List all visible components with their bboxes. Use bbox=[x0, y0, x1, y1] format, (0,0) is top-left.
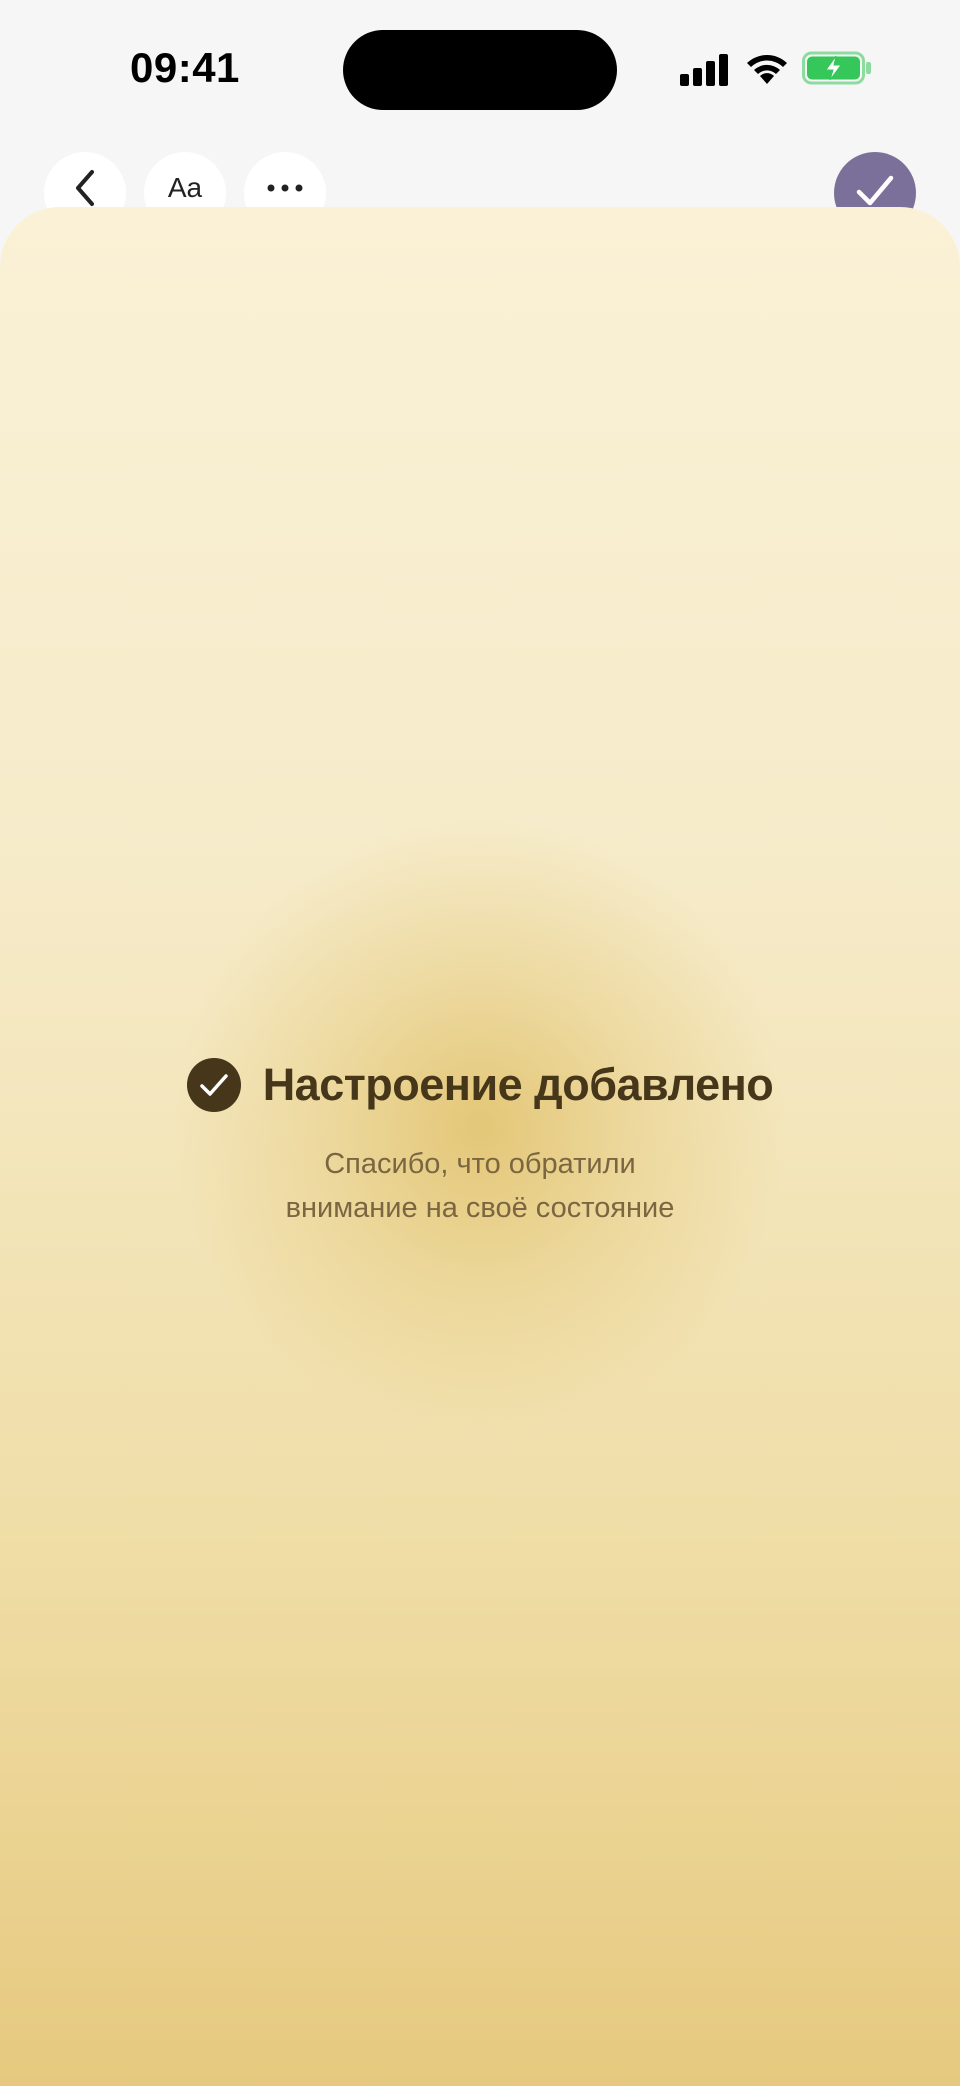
success-subtitle: Спасибо, что обратили внимание на своё с… bbox=[0, 1142, 960, 1230]
font-style-label: Aa bbox=[167, 172, 203, 203]
wifi-icon bbox=[747, 55, 787, 84]
success-subtitle-line-2: внимание на своё состояние bbox=[285, 1192, 675, 1224]
checkmark-icon bbox=[856, 175, 894, 206]
screen: 09:41 Aa Настроение добавлено Спасибо, ч… bbox=[0, 0, 960, 2086]
success-subtitle-line-1: Спасибо, что обратили bbox=[324, 1148, 636, 1180]
status-bar: 09:41 bbox=[0, 0, 960, 140]
success-title: Настроение добавлено bbox=[262, 1059, 774, 1110]
battery-charging-icon bbox=[802, 51, 871, 85]
dynamic-island bbox=[343, 30, 617, 110]
chevron-left-icon bbox=[76, 170, 94, 206]
ellipsis-icon bbox=[267, 184, 303, 192]
success-check-icon bbox=[186, 1058, 241, 1112]
cellular-signal-icon bbox=[680, 54, 728, 86]
mood-glow bbox=[170, 817, 790, 1437]
status-time: 09:41 bbox=[130, 44, 240, 91]
success-title-row: Настроение добавлено bbox=[0, 1058, 960, 1112]
